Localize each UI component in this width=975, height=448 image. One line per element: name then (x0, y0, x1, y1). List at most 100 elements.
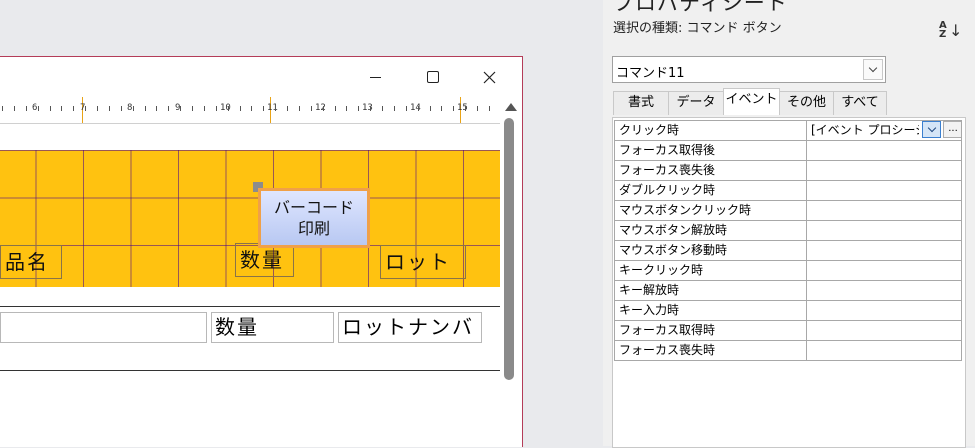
detail-field-quantity[interactable]: 数量 (211, 312, 334, 343)
object-select-dropdown[interactable]: コマンド11 (612, 56, 886, 83)
ruler-tick (121, 106, 122, 111)
sort-az-icon[interactable]: A Z ↓ (937, 19, 962, 43)
minimize-button[interactable] (352, 63, 398, 91)
ruler-tick (287, 106, 288, 111)
property-value[interactable] (806, 340, 962, 361)
property-row[interactable]: マウスボタンクリック時 (614, 200, 962, 221)
horizontal-ruler: 6 7 8 9 10 11 12 13 14 15 (0, 97, 500, 124)
property-row[interactable]: クリック時 [イベント プロシージャ] ... (614, 120, 962, 141)
ruler-tick (370, 106, 371, 111)
property-row[interactable]: マウスボタン移動時 (614, 240, 962, 261)
ruler-tick (406, 106, 407, 111)
ruler-tick (346, 106, 347, 111)
property-value[interactable] (806, 240, 962, 261)
ruler-tick (2, 106, 3, 111)
property-row[interactable]: フォーカス喪失後 (614, 160, 962, 181)
property-value[interactable] (806, 180, 962, 201)
property-value[interactable] (806, 300, 962, 321)
barcode-button-line1: バーコード (273, 198, 354, 217)
property-name[interactable]: キークリック時 (614, 260, 807, 281)
ruler-tick (192, 106, 193, 111)
property-grid-panel: クリック時 [イベント プロシージャ] ... フォーカス取得後 フォーカス喪失… (612, 117, 966, 448)
property-row[interactable]: フォーカス取得後 (614, 140, 962, 161)
property-value[interactable] (806, 220, 962, 241)
vertical-scrollbar[interactable] (500, 97, 522, 447)
property-name[interactable]: ダブルクリック時 (614, 180, 807, 201)
builder-button[interactable]: ... (943, 121, 961, 138)
ruler-tick (14, 106, 15, 111)
tab-data[interactable]: データ (668, 91, 724, 115)
ruler-tick (204, 106, 205, 111)
ruler-tick (441, 106, 442, 111)
property-row[interactable]: キー解放時 (614, 280, 962, 301)
property-grid: クリック時 [イベント プロシージャ] ... フォーカス取得後 フォーカス喪失… (614, 120, 962, 361)
tab-event[interactable]: イベント (723, 88, 780, 115)
tab-other[interactable]: その他 (779, 91, 834, 115)
property-sheet: プロパティシート 選択の種類: コマンド ボタン A Z ↓ コマンド11 書式 デ… (603, 0, 975, 448)
property-value[interactable] (806, 160, 962, 181)
property-value[interactable] (806, 260, 962, 281)
header-label-lot[interactable]: ロット (380, 245, 466, 279)
ruler-tick (453, 106, 454, 111)
ruler-tick (465, 106, 466, 111)
property-row[interactable]: マウスボタン解放時 (614, 220, 962, 241)
ruler-tick (275, 106, 276, 111)
property-value[interactable] (806, 140, 962, 161)
ruler-tick (50, 106, 51, 111)
ruler-tick (358, 106, 359, 111)
property-row[interactable]: キー入力時 (614, 300, 962, 321)
scroll-up-icon[interactable] (505, 103, 517, 111)
property-value[interactable] (806, 320, 962, 341)
ruler-tick (263, 106, 264, 111)
ruler-tick (311, 106, 312, 111)
form-design-area[interactable]: 品名 数量 ロット バーコード 印刷 数量 ロットナンバ (0, 124, 500, 447)
property-name[interactable]: マウスボタンクリック時 (614, 200, 807, 221)
ruler-tick (228, 106, 229, 111)
maximize-button[interactable] (410, 63, 456, 91)
tab-all[interactable]: すべて (833, 91, 887, 115)
header-label-product-name[interactable]: 品名 (0, 245, 62, 279)
dropdown-button[interactable] (863, 59, 883, 80)
property-name[interactable]: フォーカス取得時 (614, 320, 807, 341)
tab-format[interactable]: 書式 (613, 91, 669, 115)
ruler-tick (133, 106, 134, 111)
ruler-tick (61, 106, 62, 111)
property-name[interactable]: フォーカス喪失後 (614, 160, 807, 181)
property-name[interactable]: キー入力時 (614, 300, 807, 321)
ruler-tick (85, 106, 86, 111)
property-value[interactable]: [イベント プロシージャ] ... (806, 120, 962, 141)
property-row[interactable]: キークリック時 (614, 260, 962, 281)
ruler-tick (97, 106, 98, 111)
ruler-tick (323, 106, 324, 111)
ruler-tick (251, 106, 252, 111)
form-header-section[interactable]: 品名 数量 ロット バーコード 印刷 (0, 150, 500, 287)
close-button[interactable] (466, 63, 512, 91)
detail-field-product-name[interactable] (0, 312, 207, 343)
property-name[interactable]: キー解放時 (614, 280, 807, 301)
maximize-icon (427, 71, 439, 83)
property-name[interactable]: フォーカス喪失時 (614, 340, 807, 361)
property-name[interactable]: クリック時 (614, 120, 807, 141)
property-name[interactable]: マウスボタン移動時 (614, 240, 807, 261)
property-row[interactable]: フォーカス取得時 (614, 320, 962, 341)
property-value[interactable] (806, 200, 962, 221)
header-label-quantity[interactable]: 数量 (235, 243, 294, 277)
property-value[interactable] (806, 280, 962, 301)
selection-type-label: 選択の種類: コマンド ボタン (613, 21, 782, 36)
ruler-number: 12 (315, 103, 326, 113)
barcode-print-button[interactable]: バーコード 印刷 (258, 188, 370, 248)
property-sheet-title: プロパティシート (613, 0, 788, 15)
chevron-down-icon (868, 63, 878, 73)
ruler-number: 6 (32, 103, 38, 113)
ruler-number: 14 (410, 103, 421, 113)
ruler-number: 15 (457, 103, 468, 113)
detail-field-lot-number[interactable]: ロットナンバ (338, 312, 482, 343)
property-row[interactable]: ダブルクリック時 (614, 180, 962, 201)
scrollbar-thumb[interactable] (504, 118, 514, 380)
property-name[interactable]: フォーカス取得後 (614, 140, 807, 161)
close-icon (483, 71, 495, 83)
ruler-tick (240, 106, 241, 111)
property-name[interactable]: マウスボタン解放時 (614, 220, 807, 241)
event-dropdown-button[interactable] (922, 121, 941, 138)
property-row[interactable]: フォーカス喪失時 (614, 340, 962, 361)
